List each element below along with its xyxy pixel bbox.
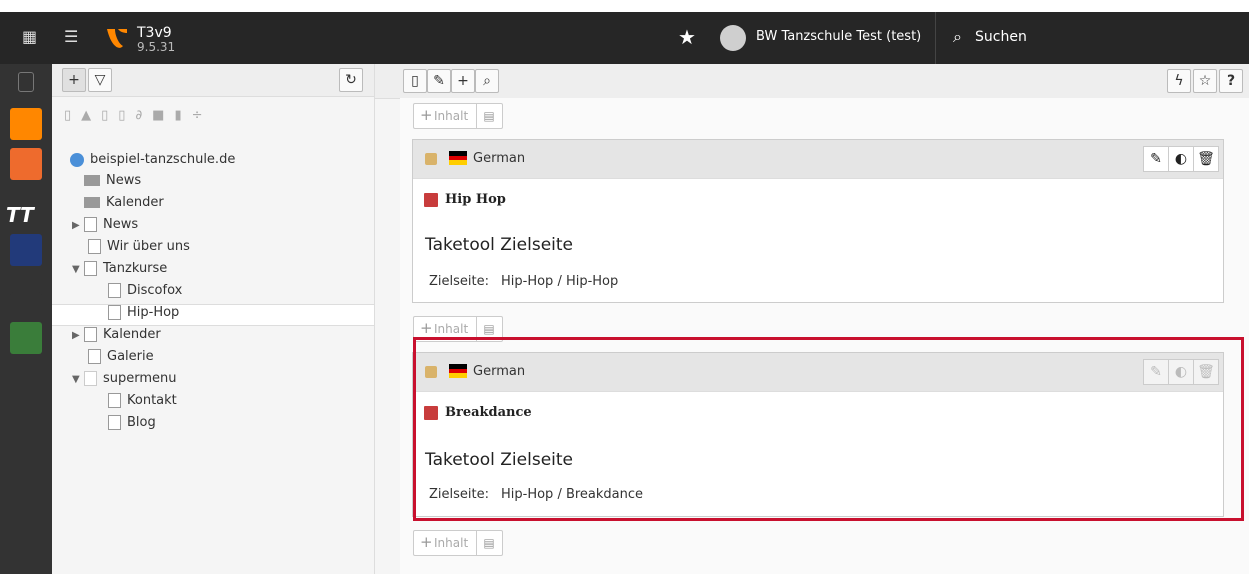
paste-icon[interactable]: ▤: [476, 104, 501, 128]
tree-item[interactable]: Galerie: [52, 349, 374, 371]
tree-item[interactable]: Blog: [52, 415, 374, 437]
page-layout-module-icon[interactable]: [10, 108, 42, 140]
refresh-icon[interactable]: ↻: [339, 68, 363, 92]
flag-de-icon: [449, 151, 467, 165]
user-name[interactable]: BW Tanzschule Test (test): [756, 29, 921, 44]
tree-item[interactable]: Wir über uns: [52, 239, 374, 261]
page-type-icons[interactable]: ▯▲▯▯∂■▮÷: [64, 108, 294, 126]
plus-icon: +: [420, 106, 433, 124]
page-icon: [108, 393, 121, 408]
content-toolbar: ▯ ✎ + ⌕ ϟ ☆ ?: [375, 64, 1249, 99]
typo3-logo-icon[interactable]: [105, 26, 129, 52]
brand-version: 9.5.31: [137, 40, 176, 54]
view-page-icon[interactable]: ▯: [403, 69, 427, 93]
collapse-arrow-icon[interactable]: ▼: [72, 264, 84, 275]
top-strip: [0, 0, 1249, 12]
page-icon: [88, 349, 101, 364]
folder-icon: [84, 175, 100, 186]
target-label: Zielseite:: [429, 274, 489, 289]
tree-item-selected[interactable]: Hip-Hop: [52, 304, 374, 326]
content-element-header: German ✎ ◐ 🗑: [413, 140, 1223, 179]
tree-item[interactable]: ▶ Kalender: [52, 327, 374, 349]
page-icon: [84, 217, 97, 232]
help-icon[interactable]: ?: [1219, 69, 1243, 93]
language-label: German: [473, 151, 526, 166]
page-tree-panel: + ▽ ↻ ▯▲▯▯∂■▮÷ beispiel-tanzschule.de Ne…: [52, 64, 375, 574]
collapse-arrow-icon[interactable]: ▼: [72, 374, 84, 385]
folder-icon: [84, 197, 100, 208]
brand-name: T3v9: [137, 25, 172, 41]
tree-item[interactable]: Kontakt: [52, 393, 374, 415]
paste-icon[interactable]: ▤: [476, 531, 501, 555]
bookmark-star-icon[interactable]: ★: [678, 25, 696, 49]
expand-arrow-icon[interactable]: ▶: [72, 330, 84, 341]
tree-item[interactable]: ▼ supermenu: [52, 371, 374, 393]
new-content-button[interactable]: + Inhalt ▤: [413, 530, 503, 556]
filter-icon[interactable]: ▽: [88, 68, 112, 92]
tree-root-label: beispiel-tanzschule.de: [90, 152, 236, 167]
content-element[interactable]: German ✎ ◐ 🗑 Hip Hop Taketool Zielseite Zi…: [412, 139, 1224, 303]
edit-pencil-icon[interactable]: ✎: [1143, 146, 1169, 172]
content-icon: [425, 153, 437, 165]
plus-icon: +: [420, 319, 433, 337]
flash-icon[interactable]: ϟ: [1167, 69, 1191, 93]
page-icon: [88, 239, 101, 254]
tree-item[interactable]: News: [52, 173, 374, 195]
search-label[interactable]: Suchen: [975, 29, 1027, 45]
forms-module-icon[interactable]: [10, 322, 42, 354]
search-content-icon[interactable]: ⌕: [475, 69, 499, 93]
page-icon: [84, 261, 97, 276]
new-page-icon[interactable]: +: [62, 68, 86, 92]
globe-icon: [70, 153, 84, 167]
element-actions: ✎ ◐ 🗑: [1143, 146, 1219, 172]
page-icon: [84, 371, 97, 386]
tree-toolbar: + ▽ ↻: [52, 64, 374, 97]
page-icon: [108, 283, 121, 298]
tree-item[interactable]: Kalender: [52, 195, 374, 217]
bookmark-icon[interactable]: ☆: [1193, 69, 1217, 93]
taketool-icon[interactable]: TT: [6, 203, 34, 227]
page-icon: [108, 305, 121, 320]
new-content-button[interactable]: + Inhalt ▤: [413, 103, 503, 129]
tree-item[interactable]: ▼ Tanzkurse: [52, 261, 374, 283]
toggle-visibility-icon[interactable]: ◐: [1168, 146, 1194, 172]
add-content-icon[interactable]: +: [451, 69, 475, 93]
tree-item[interactable]: Discofox: [52, 283, 374, 305]
highlight-box: [413, 337, 1244, 521]
list-module-icon[interactable]: [10, 148, 42, 180]
page-icon: [108, 415, 121, 430]
plus-icon: +: [420, 533, 433, 551]
media-module-icon[interactable]: [10, 292, 42, 324]
divider: [935, 12, 936, 64]
module-bar: TT: [0, 64, 52, 574]
menu-list-icon[interactable]: ☰: [64, 27, 78, 46]
tree-item[interactable]: ▶ News: [52, 217, 374, 239]
apps-grid-icon[interactable]: ▦: [22, 27, 37, 46]
top-bar: ▦ ☰ T3v9 9.5.31 ★ BW Tanzschule Test (te…: [0, 12, 1249, 64]
edit-page-icon[interactable]: ✎: [427, 69, 451, 93]
content-type-label: Hip Hop: [445, 192, 506, 207]
plugin-icon: [424, 193, 438, 207]
content-heading: Taketool Zielseite: [425, 235, 573, 255]
delete-trash-icon[interactable]: 🗑: [1193, 146, 1219, 172]
page-icon: [84, 327, 97, 342]
gift-module-icon[interactable]: [10, 234, 42, 266]
tree-root[interactable]: beispiel-tanzschule.de: [52, 151, 374, 173]
search-icon[interactable]: ⌕: [953, 27, 962, 47]
expand-arrow-icon[interactable]: ▶: [72, 220, 84, 231]
target-value: Hip-Hop / Hip-Hop: [501, 274, 619, 289]
avatar[interactable]: [720, 25, 746, 51]
page-module-icon[interactable]: [18, 72, 34, 92]
